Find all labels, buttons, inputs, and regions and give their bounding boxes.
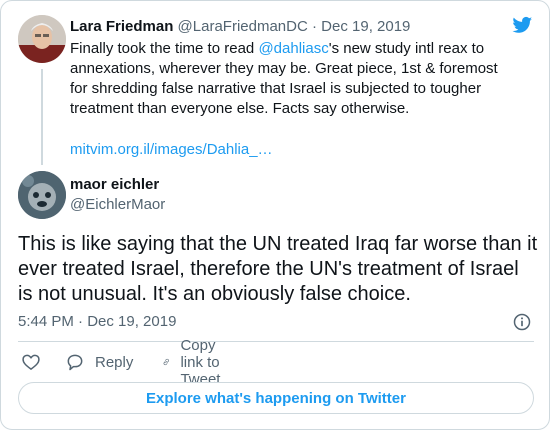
info-icon[interactable] [512, 312, 532, 332]
parent-tweet-text: Finally took the time to read @dahliasc'… [70, 39, 510, 119]
like-button[interactable] [21, 350, 41, 374]
main-tweet-text: This is like saying that the UN treated … [18, 233, 538, 305]
divider [18, 341, 534, 342]
link-icon [163, 358, 169, 366]
speech-bubble-icon [67, 354, 83, 371]
tweet-timestamp[interactable]: 5:44 PM · Dec 19, 2019 [18, 312, 176, 332]
copy-link-label: Copy link to Tweet [180, 336, 221, 388]
main-author-avatar[interactable] [18, 171, 66, 219]
parent-text-before-mention: Finally took the time to read [70, 40, 259, 57]
reply-label: Reply [95, 353, 134, 371]
heart-icon [22, 354, 40, 370]
twitter-bird-icon[interactable] [511, 15, 534, 35]
meta-separator: · [312, 18, 317, 35]
parent-tweet-url[interactable]: mitvim.org.il/images/Dahlia_… [70, 140, 273, 160]
parent-author-handle[interactable]: @LaraFriedmanDC [178, 18, 308, 35]
mention-link[interactable]: @dahliasc [258, 40, 328, 57]
parent-tweet-date[interactable]: Dec 19, 2019 [321, 18, 410, 35]
explore-twitter-button[interactable]: Explore what's happening on Twitter [18, 382, 534, 414]
main-author-name[interactable]: maor eichler [70, 175, 159, 195]
copy-link-button[interactable]: Copy link to Tweet [162, 337, 232, 388]
parent-author-name[interactable]: Lara Friedman [70, 18, 173, 35]
reply-button[interactable]: Reply [65, 350, 133, 374]
parent-author-avatar[interactable] [18, 15, 66, 63]
tweet-card: Lara Friedman @LaraFriedmanDC · Dec 19, … [0, 0, 550, 430]
main-author-handle[interactable]: @EichlerMaor [70, 195, 165, 215]
thread-connector [41, 69, 43, 165]
parent-tweet-header: Lara Friedman @LaraFriedmanDC · Dec 19, … [70, 17, 410, 37]
